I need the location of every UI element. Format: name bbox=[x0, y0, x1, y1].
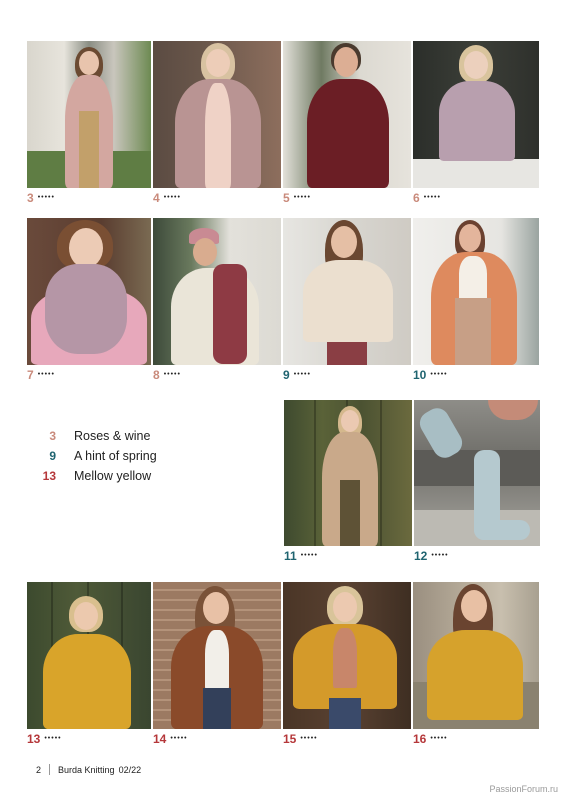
difficulty-dots: ••••• bbox=[44, 735, 62, 742]
difficulty-dots: ••••• bbox=[293, 194, 311, 201]
footer-divider bbox=[49, 764, 51, 775]
legend-label: A hint of spring bbox=[74, 449, 157, 463]
photo-number: 11 bbox=[284, 549, 297, 563]
difficulty-dots: ••••• bbox=[430, 735, 448, 742]
caption-13: 13 ••••• bbox=[27, 733, 62, 745]
caption-3: 3 ••••• bbox=[27, 192, 55, 204]
photo-number: 10 bbox=[413, 368, 427, 382]
legend-row: 3 Roses & wine bbox=[40, 426, 157, 446]
legend-number: 3 bbox=[49, 429, 56, 443]
difficulty-dots: ••••• bbox=[423, 194, 441, 201]
caption-4: 4 ••••• bbox=[153, 192, 181, 204]
legend-number: 9 bbox=[49, 449, 56, 463]
caption-7: 7 ••••• bbox=[27, 369, 55, 381]
difficulty-dots: ••••• bbox=[300, 552, 318, 559]
legend-row: 9 A hint of spring bbox=[40, 446, 157, 466]
photo-number: 5 bbox=[283, 191, 290, 205]
caption-6: 6 ••••• bbox=[413, 192, 441, 204]
photo-10[interactable] bbox=[413, 218, 539, 365]
caption-9: 9 ••••• bbox=[283, 369, 311, 381]
issue-number: 02/22 bbox=[118, 764, 142, 775]
caption-11: 11 ••••• bbox=[284, 550, 318, 562]
caption-5: 5 ••••• bbox=[283, 192, 311, 204]
photo-number: 15 bbox=[283, 732, 297, 746]
page-footer: 2 Burda Knitting 02/22 bbox=[36, 764, 141, 775]
difficulty-dots: ••••• bbox=[431, 552, 449, 559]
caption-10: 10 ••••• bbox=[413, 369, 448, 381]
photo-9[interactable] bbox=[283, 218, 411, 365]
photo-number: 8 bbox=[153, 368, 160, 382]
photo-number: 16 bbox=[413, 732, 427, 746]
difficulty-dots: ••••• bbox=[300, 735, 318, 742]
photo-8[interactable] bbox=[153, 218, 281, 365]
difficulty-dots: ••••• bbox=[293, 371, 311, 378]
caption-14: 14 ••••• bbox=[153, 733, 188, 745]
photo-16[interactable] bbox=[413, 582, 539, 729]
legend-label: Roses & wine bbox=[74, 429, 151, 443]
photo-4[interactable] bbox=[153, 41, 281, 188]
legend-number: 13 bbox=[42, 469, 56, 483]
photo-number: 6 bbox=[413, 191, 420, 205]
difficulty-dots: ••••• bbox=[163, 371, 181, 378]
watermark: PassionForum.ru bbox=[489, 784, 558, 794]
caption-15: 15 ••••• bbox=[283, 733, 318, 745]
difficulty-dots: ••••• bbox=[430, 371, 448, 378]
difficulty-dots: ••••• bbox=[37, 194, 55, 201]
photo-11[interactable] bbox=[284, 400, 412, 546]
legend-label: Mellow yellow bbox=[74, 469, 152, 483]
photo-6[interactable] bbox=[413, 41, 539, 188]
photo-number: 9 bbox=[283, 368, 290, 382]
photo-number: 7 bbox=[27, 368, 34, 382]
difficulty-dots: ••••• bbox=[37, 371, 55, 378]
magazine-name: Burda Knitting bbox=[58, 764, 115, 775]
photo-3[interactable] bbox=[27, 41, 151, 188]
photo-7[interactable] bbox=[27, 218, 151, 365]
difficulty-dots: ••••• bbox=[170, 735, 188, 742]
photo-12[interactable] bbox=[414, 400, 540, 546]
caption-12: 12 ••••• bbox=[414, 550, 449, 562]
photo-number: 14 bbox=[153, 732, 167, 746]
photo-number: 3 bbox=[27, 191, 34, 205]
photo-15[interactable] bbox=[283, 582, 411, 729]
photo-number: 13 bbox=[27, 732, 41, 746]
photo-5[interactable] bbox=[283, 41, 411, 188]
photo-14[interactable] bbox=[153, 582, 281, 729]
color-story-legend: 3 Roses & wine 9 A hint of spring 13 Mel… bbox=[40, 426, 157, 486]
photo-13[interactable] bbox=[27, 582, 151, 729]
caption-8: 8 ••••• bbox=[153, 369, 181, 381]
photo-number: 12 bbox=[414, 549, 428, 563]
legend-row: 13 Mellow yellow bbox=[40, 466, 157, 486]
photo-number: 4 bbox=[153, 191, 160, 205]
difficulty-dots: ••••• bbox=[163, 194, 181, 201]
caption-16: 16 ••••• bbox=[413, 733, 448, 745]
page-number: 2 bbox=[36, 764, 42, 775]
